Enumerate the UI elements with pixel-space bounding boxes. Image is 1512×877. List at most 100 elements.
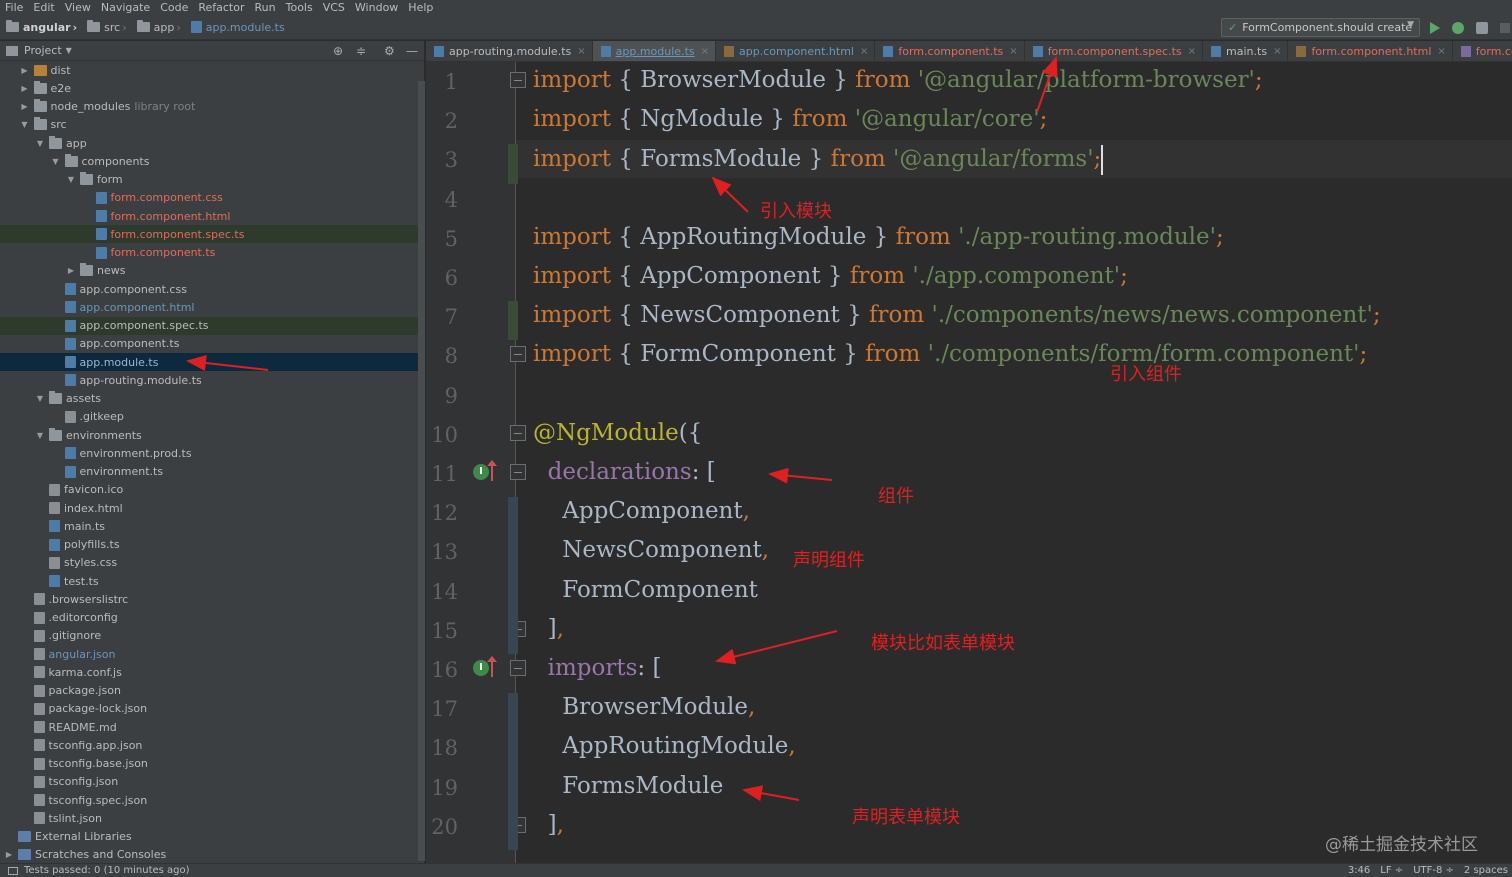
editor-tab[interactable]: app.module.ts × bbox=[592, 41, 716, 61]
close-icon[interactable]: × bbox=[577, 46, 585, 57]
close-icon[interactable]: × bbox=[860, 46, 868, 57]
menu-navigate[interactable]: Navigate bbox=[96, 0, 155, 15]
editor-tab[interactable]: app-routing.module.ts × bbox=[426, 41, 593, 61]
fold-icon[interactable] bbox=[510, 72, 526, 88]
hide-panel-icon[interactable]: — bbox=[406, 44, 418, 58]
fold-icon[interactable] bbox=[510, 424, 526, 441]
menu-run[interactable]: Run bbox=[250, 0, 281, 15]
menu-refactor[interactable]: Refactor bbox=[193, 0, 249, 15]
editor-tab[interactable]: app.component.html × bbox=[716, 41, 876, 61]
tree-item[interactable]: environment.prod.ts bbox=[0, 444, 418, 462]
vcs-change-marker[interactable] bbox=[508, 497, 518, 654]
tree-item[interactable]: form.component.ts bbox=[0, 244, 418, 262]
stop-icon[interactable] bbox=[1500, 23, 1510, 33]
menu-help[interactable]: Help bbox=[403, 0, 438, 15]
code-line[interactable]: import { NgModule } from '@angular/core'… bbox=[533, 106, 1047, 132]
file-encoding[interactable]: UTF-8 ÷ bbox=[1413, 864, 1454, 877]
tree-item[interactable]: favicon.ico bbox=[0, 481, 418, 499]
menu-code[interactable]: Code bbox=[155, 0, 193, 15]
coverage-icon[interactable] bbox=[1476, 22, 1488, 34]
menu-tools[interactable]: Tools bbox=[281, 0, 318, 15]
code-line[interactable]: ], bbox=[533, 812, 564, 838]
fold-icon[interactable] bbox=[510, 464, 526, 480]
expanded-arrow-icon[interactable]: ▼ bbox=[35, 394, 45, 403]
tree-item[interactable]: README.md bbox=[0, 718, 418, 736]
code-line[interactable]: import { AppRoutingModule } from './app-… bbox=[533, 224, 1224, 250]
menu-vcs[interactable]: VCS bbox=[318, 0, 350, 15]
tree-item[interactable]: ▶ Scratches and Consoles bbox=[0, 846, 418, 864]
close-icon[interactable]: × bbox=[1188, 46, 1196, 57]
tree-item[interactable]: ▶ e2e bbox=[0, 79, 418, 97]
code-line[interactable]: ], bbox=[533, 616, 564, 642]
close-icon[interactable]: × bbox=[1009, 46, 1017, 57]
code-line[interactable]: @NgModule({ bbox=[533, 420, 702, 446]
tool-window-icon[interactable] bbox=[8, 866, 18, 875]
breadcrumb-app[interactable]: app › bbox=[131, 20, 185, 34]
tree-item[interactable]: .gitignore bbox=[0, 627, 418, 645]
tree-item[interactable]: ▶ node_modules library root bbox=[0, 98, 418, 116]
line-separator[interactable]: LF ÷ bbox=[1380, 864, 1403, 877]
breadcrumb-project[interactable]: angular › bbox=[0, 20, 81, 34]
tree-item[interactable]: test.ts bbox=[0, 572, 418, 590]
tree-item[interactable]: styles.css bbox=[0, 554, 418, 572]
tree-item[interactable]: tslint.json bbox=[0, 809, 418, 827]
breadcrumb-file[interactable]: app.module.ts bbox=[185, 21, 289, 34]
tree-item[interactable]: ▼ assets bbox=[0, 390, 418, 408]
tree-item[interactable]: package-lock.json bbox=[0, 700, 418, 718]
code-line[interactable]: BrowserModule, bbox=[533, 694, 755, 720]
expanded-arrow-icon[interactable]: ▼ bbox=[66, 175, 76, 184]
fold-icon[interactable] bbox=[510, 660, 526, 676]
collapse-all-icon[interactable]: ≑ bbox=[356, 44, 366, 58]
expanded-arrow-icon[interactable]: ▼ bbox=[20, 120, 30, 129]
tree-item[interactable]: tsconfig.app.json bbox=[0, 736, 418, 754]
tree-item[interactable]: app.component.spec.ts bbox=[0, 316, 418, 335]
run-icon[interactable] bbox=[1430, 22, 1440, 34]
tree-item[interactable]: ▼ app bbox=[0, 134, 418, 152]
code-line[interactable]: import { NewsComponent } from './compone… bbox=[533, 302, 1381, 328]
tree-item[interactable]: app.component.css bbox=[0, 280, 418, 298]
tree-item[interactable]: tsconfig.spec.json bbox=[0, 791, 418, 809]
tree-item[interactable]: ▶ dist bbox=[0, 61, 418, 79]
tree-item[interactable]: form.component.spec.ts bbox=[0, 225, 418, 244]
menu-edit[interactable]: Edit bbox=[28, 0, 59, 15]
tree-item[interactable]: tsconfig.json bbox=[0, 773, 418, 791]
debug-icon[interactable] bbox=[1452, 22, 1464, 34]
overrides-arrow-icon[interactable] bbox=[487, 460, 497, 481]
tree-item[interactable]: ▼ form bbox=[0, 171, 418, 189]
tree-item[interactable]: environment.ts bbox=[0, 463, 418, 481]
overrides-arrow-icon[interactable] bbox=[487, 656, 497, 677]
tree-item[interactable]: polyfills.ts bbox=[0, 536, 418, 554]
run-configuration-select[interactable]: ✓ FormComponent.should create ▼ bbox=[1221, 18, 1420, 37]
tree-item[interactable]: main.ts bbox=[0, 517, 418, 535]
editor-tab[interactable]: form.component.css× bbox=[1453, 41, 1512, 61]
tree-item[interactable]: app.component.html bbox=[0, 298, 418, 316]
chevron-down-icon[interactable]: ▼ bbox=[66, 46, 72, 55]
tree-item[interactable]: app-routing.module.ts bbox=[0, 371, 418, 389]
code-line[interactable]: FormComponent bbox=[533, 577, 758, 603]
editor-tab[interactable]: form.component.spec.ts × bbox=[1025, 41, 1204, 61]
collapsed-arrow-icon[interactable]: ▶ bbox=[20, 102, 30, 111]
close-icon[interactable]: × bbox=[701, 46, 709, 57]
menu-file[interactable]: File bbox=[0, 0, 28, 15]
caret-position[interactable]: 3:46 bbox=[1348, 864, 1370, 877]
code-line[interactable]: import { BrowserModule } from '@angular/… bbox=[533, 67, 1263, 93]
tree-item[interactable]: tsconfig.base.json bbox=[0, 755, 418, 773]
tree-item[interactable]: External Libraries bbox=[0, 828, 418, 846]
collapsed-arrow-icon[interactable]: ▶ bbox=[4, 850, 14, 859]
code-line[interactable]: NewsComponent, bbox=[533, 537, 769, 563]
collapsed-arrow-icon[interactable]: ▶ bbox=[66, 266, 76, 275]
code-line[interactable]: AppComponent, bbox=[533, 498, 750, 524]
implements-icon[interactable]: I bbox=[473, 660, 489, 676]
editor-tab[interactable]: form.component.ts × bbox=[875, 41, 1025, 61]
editor-tab[interactable]: form.component.html × bbox=[1288, 41, 1453, 61]
tree-item[interactable]: ▼ src bbox=[0, 116, 418, 134]
implements-icon[interactable]: I bbox=[473, 464, 489, 480]
tree-item[interactable]: package.json bbox=[0, 682, 418, 700]
indent-setting[interactable]: 2 spaces bbox=[1464, 864, 1508, 877]
locate-icon[interactable]: ⊕ bbox=[333, 44, 343, 58]
code-line[interactable]: declarations: [ bbox=[533, 459, 716, 485]
vcs-change-marker[interactable] bbox=[508, 301, 518, 341]
close-icon[interactable]: × bbox=[1437, 46, 1445, 57]
expanded-arrow-icon[interactable]: ▼ bbox=[35, 431, 45, 440]
tree-item[interactable]: form.component.css bbox=[0, 189, 418, 207]
